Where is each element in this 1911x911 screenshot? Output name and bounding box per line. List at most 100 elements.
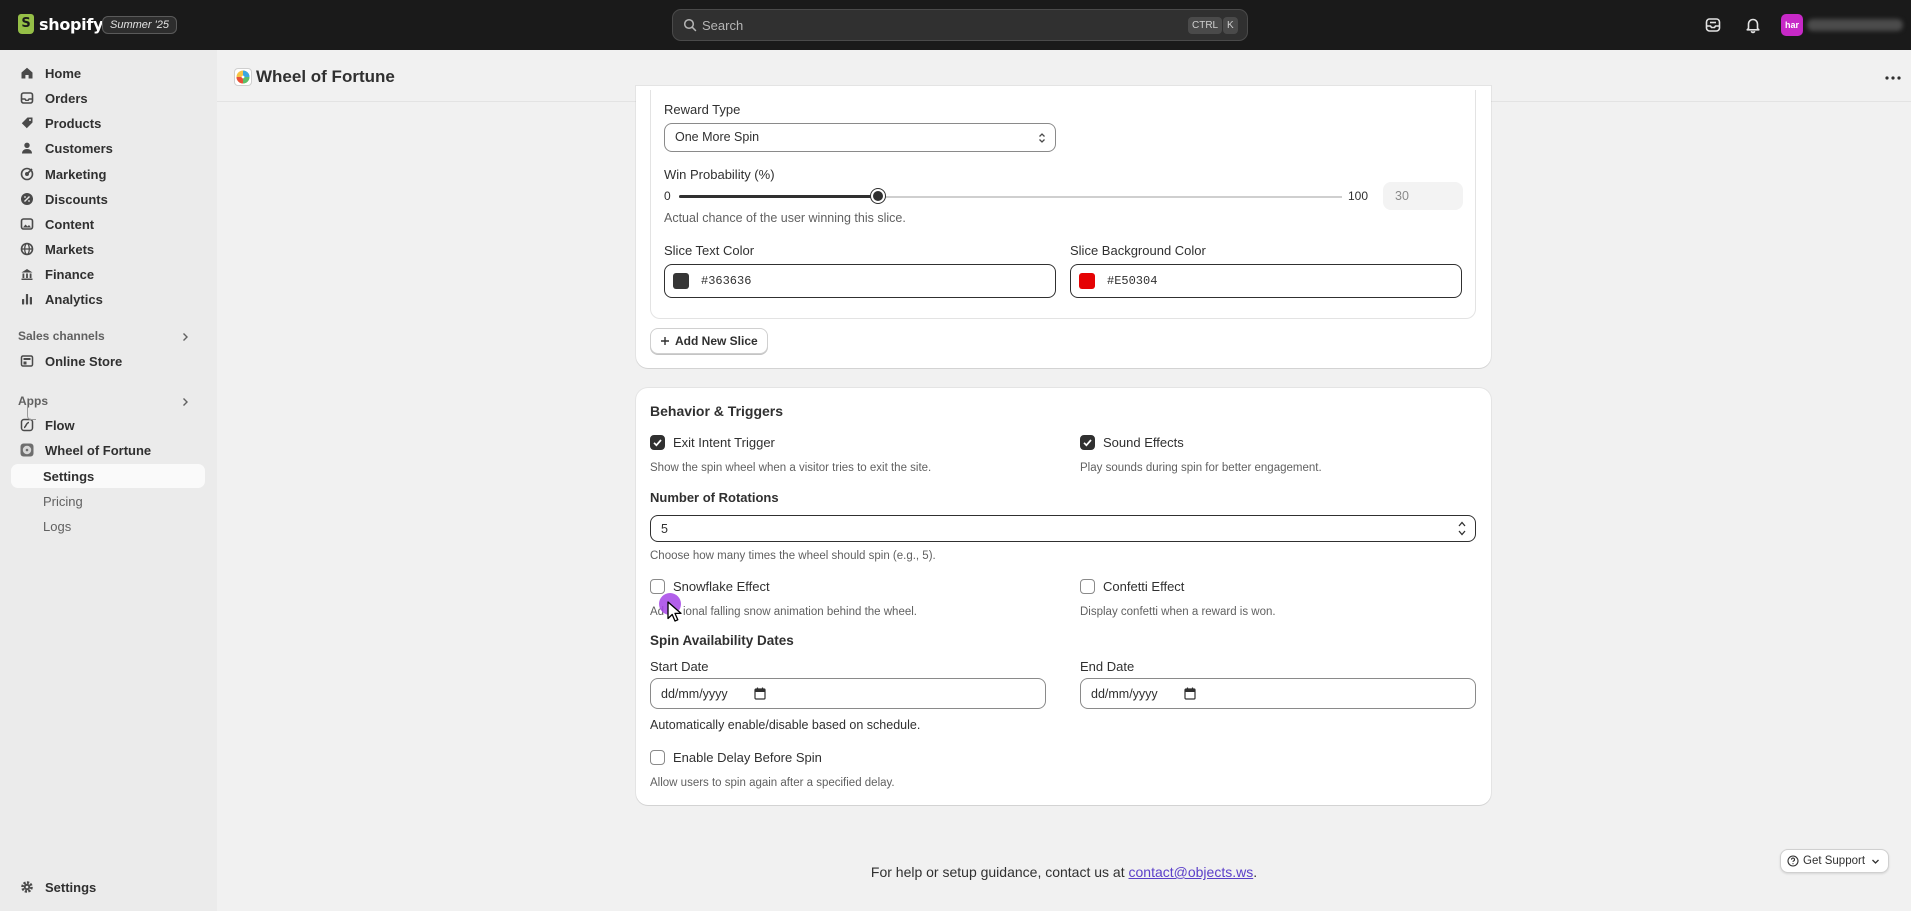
probability-slider-fill — [679, 195, 878, 198]
delay-checkbox[interactable] — [650, 750, 665, 765]
content-icon — [19, 216, 35, 232]
exit-intent-label: Exit Intent Trigger — [673, 435, 775, 450]
chevron-right-icon[interactable] — [180, 332, 190, 342]
nav-settings[interactable]: Settings — [11, 464, 205, 488]
nav-orders[interactable]: Orders — [11, 86, 205, 110]
products-icon — [19, 115, 35, 131]
rotations-input[interactable]: 5 — [650, 515, 1476, 542]
store-icon — [19, 353, 35, 369]
chevron-down-icon — [1872, 859, 1879, 864]
nav-label: Analytics — [45, 291, 103, 307]
text-color-value: #363636 — [701, 274, 752, 288]
account-name-blurred[interactable] — [1807, 19, 1903, 31]
checkmark-icon — [1083, 439, 1092, 447]
end-date-label: End Date — [1080, 659, 1135, 674]
bg-color-input[interactable]: #E50304 — [1070, 264, 1462, 298]
nav-finance[interactable]: Finance — [11, 262, 205, 286]
text-color-swatch[interactable] — [673, 273, 689, 289]
markets-icon — [19, 241, 35, 257]
finance-icon — [19, 266, 35, 282]
reward-type-select[interactable]: One More Spin — [664, 123, 1056, 152]
nav-flow[interactable]: Flow — [11, 413, 205, 437]
nav-label: Content — [45, 216, 95, 232]
nav-label: Products — [45, 115, 102, 131]
nav-markets[interactable]: Markets — [11, 237, 205, 261]
nav-pricing[interactable]: Pricing — [11, 489, 205, 513]
text-color-label: Slice Text Color — [664, 243, 755, 258]
nav-home[interactable]: Home — [11, 61, 205, 85]
footer-help: For help or setup guidance, contact us a… — [0, 864, 1911, 880]
end-date-placeholder: dd/mm/yyyy — [1091, 687, 1158, 701]
probability-number-input: 30 — [1383, 182, 1463, 210]
wheel-logo-icon — [234, 68, 252, 86]
checkmark-icon — [653, 439, 662, 447]
shopify-logo[interactable]: S shopify — [18, 14, 103, 34]
start-date-input[interactable]: dd/mm/yyyy — [650, 678, 1046, 709]
tree-connector — [27, 407, 36, 420]
nav-products[interactable]: Products — [11, 111, 205, 135]
shortcut-ctrl: CTRL — [1188, 17, 1223, 34]
start-date-placeholder: dd/mm/yyyy — [661, 687, 728, 701]
end-date-input[interactable]: dd/mm/yyyy — [1080, 678, 1476, 709]
analytics-icon — [19, 291, 35, 307]
sound-effects-checkbox[interactable] — [1080, 435, 1095, 450]
bell-icon[interactable] — [1744, 16, 1762, 34]
marketing-icon — [19, 166, 35, 182]
nav-wheel-of-fortune[interactable]: Wheel of Fortune — [11, 438, 205, 462]
nav-online-store[interactable]: Online Store — [11, 349, 205, 373]
apps-label: Apps — [18, 394, 48, 408]
search-placeholder: Search — [702, 18, 744, 33]
get-support-button[interactable]: Get Support — [1780, 849, 1890, 873]
nav-label: Finance — [45, 266, 95, 282]
search-icon — [683, 18, 697, 32]
search-bar[interactable]: Search CTRL K — [672, 9, 1248, 41]
nav-label: Discounts — [45, 191, 108, 207]
exit-intent-help: Show the spin wheel when a visitor tries… — [650, 462, 932, 474]
nav-discounts[interactable]: Discounts — [11, 187, 205, 211]
add-new-slice-button[interactable]: Add New Slice — [650, 328, 768, 354]
nav-content[interactable]: Content — [11, 212, 205, 236]
slider-min-label: 0 — [664, 189, 671, 203]
get-support-label: Get Support — [1803, 855, 1866, 867]
footer-help-text: For help or setup guidance, contact us a… — [870, 864, 1129, 880]
top-bar: S shopify Summer '25 Search CTRL K har — [0, 0, 1911, 50]
nav-marketing[interactable]: Marketing — [11, 162, 205, 186]
nav-customers[interactable]: Customers — [11, 136, 205, 160]
stepper-arrows-icon[interactable] — [1457, 519, 1467, 538]
start-date-label: Start Date — [650, 659, 709, 674]
nav-analytics[interactable]: Analytics — [11, 287, 205, 311]
calendar-icon[interactable] — [1184, 687, 1196, 700]
confetti-checkbox[interactable] — [1080, 579, 1095, 594]
footer-period: . — [1253, 864, 1258, 880]
sound-effects-help: Play sounds during spin for better engag… — [1080, 462, 1322, 474]
shopify-bag-icon: S — [18, 14, 34, 34]
inbox-icon[interactable] — [1704, 16, 1722, 34]
nav-label: Orders — [45, 90, 88, 106]
contact-email-link[interactable]: contact@objects.ws — [1129, 864, 1254, 880]
nav-logs[interactable]: Logs — [11, 514, 205, 538]
rotations-help: Choose how many times the wheel should s… — [650, 550, 936, 562]
shortcut-k: K — [1223, 17, 1238, 34]
wheel-app-icon — [19, 442, 35, 458]
win-probability-help: Actual chance of the user winning this s… — [664, 211, 906, 225]
bg-color-swatch[interactable] — [1079, 273, 1095, 289]
confetti-help: Display confetti when a reward is won. — [1080, 606, 1276, 618]
probability-slider-thumb[interactable] — [870, 189, 885, 203]
rotations-value: 5 — [661, 522, 668, 536]
orders-icon — [19, 90, 35, 106]
text-color-input[interactable]: #363636 — [664, 264, 1056, 298]
reward-type-label: Reward Type — [664, 102, 741, 117]
avatar[interactable]: har — [1781, 14, 1803, 36]
snowflake-checkbox[interactable] — [650, 579, 665, 594]
help-circle-icon — [1787, 855, 1799, 867]
logo-text: shopify — [39, 14, 104, 34]
calendar-icon[interactable] — [754, 687, 766, 700]
nav-label: Markets — [45, 241, 95, 257]
delay-label: Enable Delay Before Spin — [673, 750, 822, 765]
select-arrows-icon — [1039, 133, 1045, 143]
rotations-label: Number of Rotations — [650, 490, 779, 505]
more-actions-icon[interactable] — [1885, 76, 1901, 80]
chevron-right-icon[interactable] — [180, 397, 190, 407]
exit-intent-checkbox[interactable] — [650, 435, 665, 450]
confetti-label: Confetti Effect — [1103, 579, 1185, 594]
